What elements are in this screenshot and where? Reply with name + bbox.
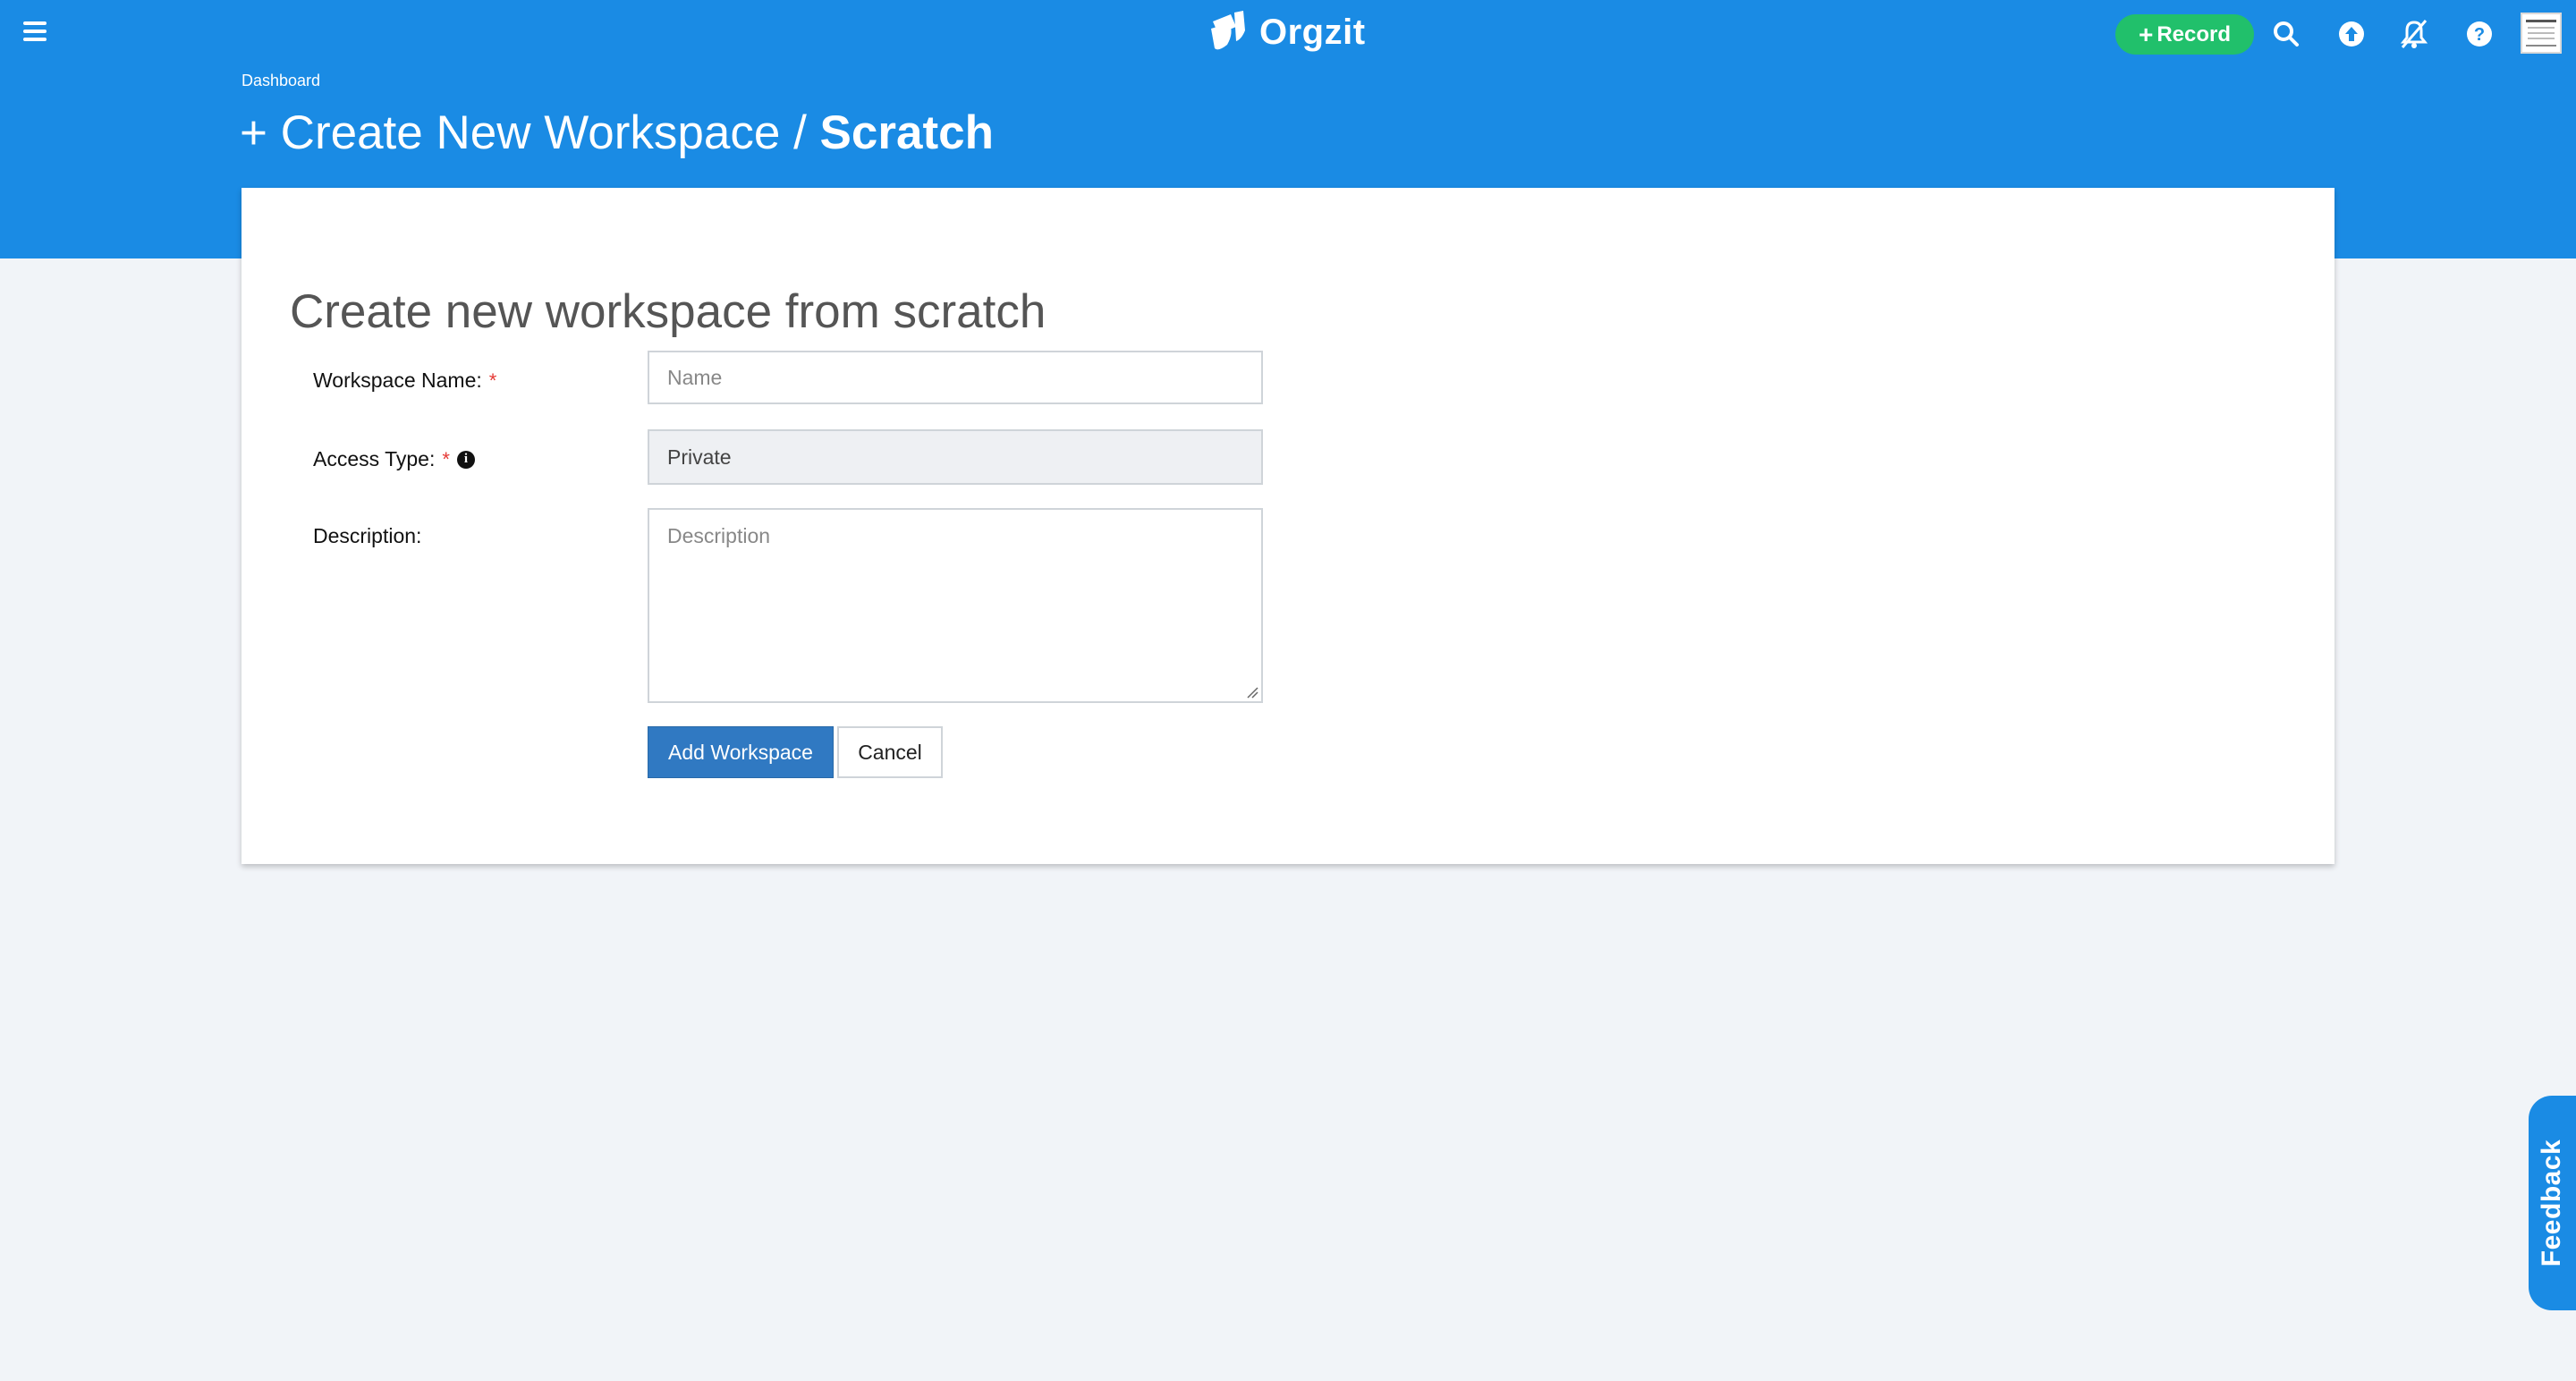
brand-logo[interactable]: Orgzit [1208,5,1366,59]
plus-icon: + [2138,20,2154,48]
notifications-off-icon[interactable] [2398,18,2430,50]
workspace-name-label: Workspace Name: * [313,369,496,393]
menu-icon[interactable] [20,18,50,45]
add-workspace-button[interactable]: Add Workspace [648,726,834,778]
description-textarea[interactable]: Description [648,508,1263,703]
info-icon[interactable]: i [456,450,475,469]
required-marker: * [488,369,497,392]
access-type-field[interactable]: Private [648,429,1263,485]
create-workspace-card: Create new workspace from scratch Worksp… [242,188,2334,864]
add-record-button[interactable]: + Record [2115,14,2254,55]
feedback-label: Feedback [2537,1139,2567,1267]
resize-grip-icon[interactable] [1246,686,1258,699]
record-label: Record [2157,21,2232,47]
page-title: + Create New Workspace / Scratch [240,106,994,160]
access-type-label: Access Type: * i [313,447,475,471]
search-icon[interactable] [2270,18,2302,50]
feedback-tab[interactable]: Feedback [2529,1096,2576,1310]
description-placeholder: Description [667,524,771,547]
form-heading: Create new workspace from scratch [290,285,1046,338]
svg-text:?: ? [2474,25,2485,45]
workspace-name-label-text: Workspace Name: [313,369,482,392]
description-label: Description: [313,524,421,548]
avatar[interactable] [2521,13,2562,54]
page-title-prefix: + Create New Workspace / [240,106,807,159]
access-type-value: Private [667,445,732,469]
workspace-name-placeholder: Name [667,365,723,389]
help-icon[interactable]: ? [2463,18,2496,50]
workspace-name-input[interactable]: Name [648,351,1263,404]
cancel-button[interactable]: Cancel [837,726,943,778]
upload-icon[interactable] [2335,18,2368,50]
description-label-text: Description: [313,524,422,547]
orgzit-logo-icon [1211,11,1245,50]
brand-name: Orgzit [1259,12,1366,52]
breadcrumb-dashboard[interactable]: Dashboard [242,72,320,90]
required-marker: * [442,447,450,470]
page-title-current: Scratch [819,106,994,159]
access-type-label-text: Access Type: [313,447,436,470]
